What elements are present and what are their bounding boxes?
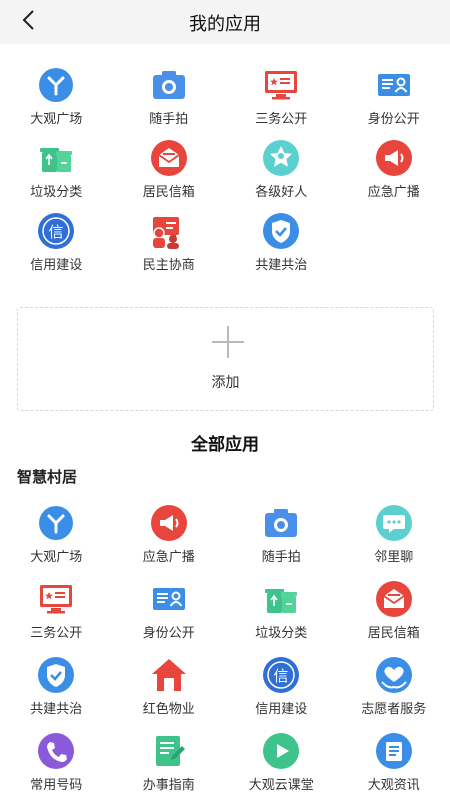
shield-icon — [262, 212, 300, 250]
all-app-item-label: 办事指南 — [142, 778, 195, 793]
my-app-item-label: 大观广场 — [30, 112, 83, 127]
all-app-item-label: 大观资讯 — [367, 778, 420, 793]
all-app-item-label: 应急广播 — [142, 550, 195, 565]
all-app-item-label: 大观云课堂 — [248, 778, 314, 793]
news-icon — [375, 732, 413, 770]
plus-icon — [212, 326, 244, 358]
all-app-item-label: 垃圾分类 — [255, 626, 308, 641]
my-app-item[interactable]: 应急广播 — [338, 139, 450, 212]
volunteer-icon — [375, 656, 413, 694]
house-icon — [150, 656, 188, 694]
all-app-item-label: 共建共治 — [30, 702, 83, 717]
my-app-item[interactable]: 共建共治 — [225, 212, 338, 285]
group-title: 智慧村居 — [17, 468, 78, 486]
all-app-item-label: 信用建设 — [255, 702, 308, 717]
broadcast-icon — [150, 504, 188, 542]
all-app-item[interactable]: 随手拍 — [225, 504, 338, 580]
all-app-item-label: 大观广场 — [30, 550, 83, 565]
all-app-item-label: 红色物业 — [142, 702, 195, 717]
my-app-item-label: 垃圾分类 — [30, 185, 83, 200]
svg-text:信: 信 — [274, 667, 289, 685]
all-app-item[interactable]: 居民信箱 — [338, 580, 450, 656]
all-app-item[interactable]: 身份公开 — [113, 580, 226, 656]
trash-icon — [37, 139, 75, 177]
all-app-item[interactable]: 志愿者服务 — [338, 656, 450, 732]
all-app-item-label: 三务公开 — [30, 626, 83, 641]
my-app-item-label: 各级好人 — [255, 185, 308, 200]
camera-icon — [150, 66, 188, 104]
democracy-icon — [150, 212, 188, 250]
my-app-item-label: 信用建设 — [30, 258, 83, 273]
add-app-button[interactable]: 添加 — [17, 307, 434, 411]
all-app-item[interactable]: 应急广播 — [113, 504, 226, 580]
page-title: 我的应用 — [189, 14, 261, 35]
trash-icon — [262, 580, 300, 618]
my-app-item-label: 随手拍 — [149, 112, 189, 127]
all-app-item-label: 志愿者服务 — [361, 702, 427, 717]
my-apps-grid: 大观广场 随手拍 三务公开 身份公开 垃圾分类 居民信箱 各级好人 应急广播信信用建设 民主协商… — [0, 66, 450, 285]
my-app-item[interactable]: 民主协商 — [113, 212, 226, 285]
video-icon — [262, 732, 300, 770]
all-app-item-label: 邻里聊 — [374, 550, 414, 565]
my-app-item-label: 应急广播 — [367, 185, 420, 200]
all-app-item[interactable]: 办事指南 — [113, 732, 226, 800]
sanwu-icon — [262, 66, 300, 104]
all-app-item[interactable]: 常用号码 — [0, 732, 113, 800]
mail-icon — [150, 139, 188, 177]
credit-icon: 信 — [262, 656, 300, 694]
phone-icon — [37, 732, 75, 770]
all-app-item[interactable]: 邻里聊 — [338, 504, 450, 580]
mail-icon — [375, 580, 413, 618]
my-app-item[interactable]: 大观广场 — [0, 66, 113, 139]
guangchang-icon — [37, 504, 75, 542]
sanwu-icon — [37, 580, 75, 618]
all-app-item[interactable]: 三务公开 — [0, 580, 113, 656]
all-app-item[interactable]: 信信用建设 — [225, 656, 338, 732]
broadcast-icon — [375, 139, 413, 177]
my-app-item[interactable]: 信信用建设 — [0, 212, 113, 285]
my-app-item-label: 居民信箱 — [142, 185, 195, 200]
all-apps-title: 全部应用 — [191, 435, 259, 455]
idcard-icon — [375, 66, 413, 104]
add-label: 添加 — [211, 375, 240, 391]
my-app-item-label: 共建共治 — [255, 258, 308, 273]
all-app-item[interactable]: 大观资讯 — [338, 732, 450, 800]
my-app-item[interactable]: 居民信箱 — [113, 139, 226, 212]
my-app-item[interactable]: 随手拍 — [113, 66, 226, 139]
camera-icon — [262, 504, 300, 542]
my-app-item[interactable]: 身份公开 — [338, 66, 450, 139]
all-app-item[interactable]: 红色物业 — [113, 656, 226, 732]
all-app-item-label: 随手拍 — [261, 550, 301, 565]
all-app-item-label: 居民信箱 — [367, 626, 420, 641]
my-app-item[interactable]: 垃圾分类 — [0, 139, 113, 212]
goodman-icon — [262, 139, 300, 177]
all-app-item-label: 常用号码 — [30, 778, 83, 793]
svg-text:信: 信 — [49, 223, 64, 241]
guide-icon — [150, 732, 188, 770]
all-apps-grid: 大观广场 应急广播 随手拍 邻里聊三务公开 身份公开 垃圾分类 居民信箱共建共治 红色物业 信信… — [0, 504, 450, 800]
header-bar: 我的应用 — [0, 0, 450, 44]
my-app-item[interactable]: 三务公开 — [225, 66, 338, 139]
shield-icon — [37, 656, 75, 694]
all-app-item[interactable]: 共建共治 — [0, 656, 113, 732]
all-app-item-label: 身份公开 — [142, 626, 195, 641]
my-app-item[interactable]: 各级好人 — [225, 139, 338, 212]
my-app-item-label: 民主协商 — [142, 258, 195, 273]
my-app-item-label: 身份公开 — [367, 112, 420, 127]
all-app-item[interactable]: 大观云课堂 — [225, 732, 338, 800]
all-app-item[interactable]: 大观广场 — [0, 504, 113, 580]
all-app-item[interactable]: 垃圾分类 — [225, 580, 338, 656]
credit-icon: 信 — [37, 212, 75, 250]
guangchang-icon — [37, 66, 75, 104]
idcard-icon — [150, 580, 188, 618]
my-app-item-label: 三务公开 — [255, 112, 308, 127]
chat-icon — [375, 504, 413, 542]
